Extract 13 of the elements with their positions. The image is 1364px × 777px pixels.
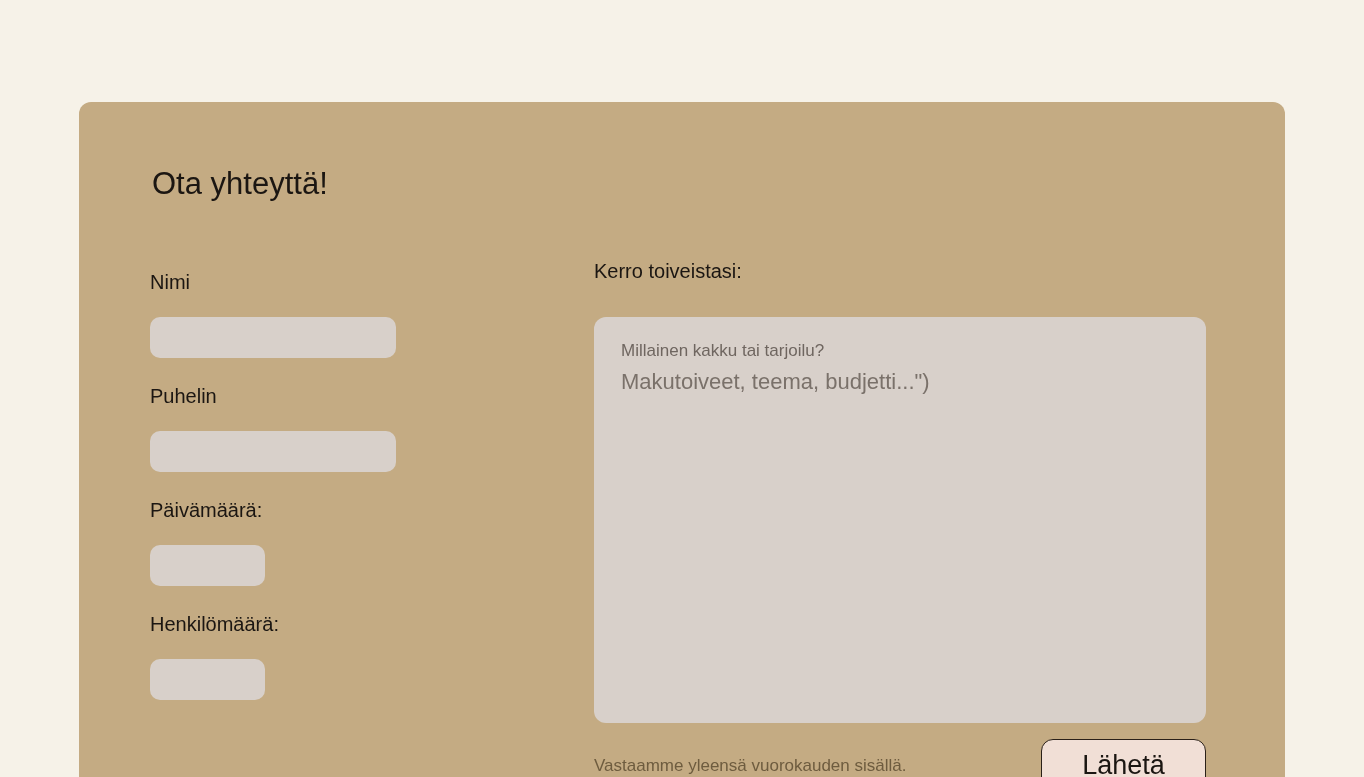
field-label: Puhelin [150,384,217,408]
send-button[interactable]: Lähetä [1041,739,1206,777]
input-field[interactable] [150,545,265,586]
input-field[interactable] [150,659,265,700]
input-field[interactable] [150,431,396,472]
form-title: Ota yhteyttä! [152,165,328,203]
input-field[interactable] [150,317,396,358]
field-label: Nimi [150,270,190,294]
field-label: Henkilömäärä: [150,612,279,636]
field-label: Päivämäärä: [150,498,263,522]
field-label: Kerro toiveistasi: [594,259,742,283]
response-note: Vastaamme yleensä vuorokauden sisällä. [594,756,907,775]
field-hint: Millainen kakku tai tarjoilu? [621,340,825,362]
